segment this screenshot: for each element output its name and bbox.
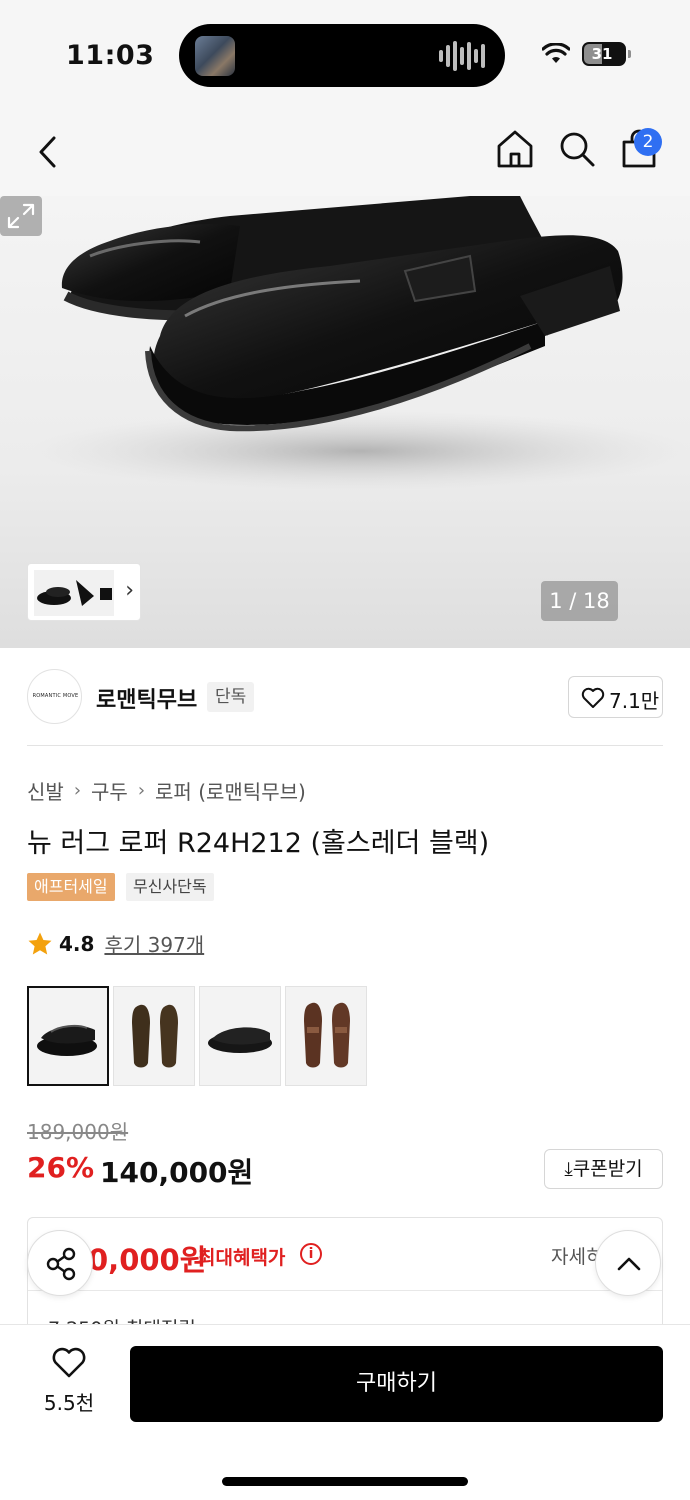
color-option-black-leather[interactable] xyxy=(27,986,109,1086)
info-icon[interactable]: i xyxy=(300,1243,322,1265)
discount-rate: 26% xyxy=(27,1151,95,1184)
max-benefit-label: 최대혜택가 xyxy=(198,1247,286,1269)
battery-indicator: 31 xyxy=(582,42,631,66)
rating-score: 4.8 xyxy=(59,931,95,956)
breadcrumb-item[interactable]: 구두 xyxy=(91,776,128,805)
search-icon[interactable] xyxy=(556,128,598,170)
color-option-black-suede[interactable] xyxy=(199,986,281,1086)
status-indicators: 31 xyxy=(542,42,631,66)
coupon-button[interactable]: ⤓쿠폰받기 xyxy=(544,1149,663,1189)
status-bar: 11:03 31 xyxy=(0,0,690,110)
color-option-brown-leather[interactable] xyxy=(285,986,367,1086)
thumbnail-3[interactable] xyxy=(98,570,114,616)
brand-like-count: 7.1만 xyxy=(609,689,660,713)
wifi-icon xyxy=(542,43,570,63)
thumbnail-1[interactable] xyxy=(34,570,74,616)
chevron-up-icon xyxy=(617,1257,641,1271)
battery-level-text: 31 xyxy=(591,45,613,63)
heart-icon xyxy=(52,1347,86,1378)
cart-count-badge: 2 xyxy=(634,128,662,156)
heart-icon xyxy=(581,687,605,708)
share-button[interactable] xyxy=(27,1230,93,1296)
brand-name[interactable]: 로맨틱무브 xyxy=(96,682,197,714)
thumbnail-2[interactable] xyxy=(74,570,98,616)
original-price: 189,000원 xyxy=(27,1120,129,1144)
breadcrumb: 신발 › 구두 › 로퍼 (로맨틱무브) xyxy=(27,776,306,805)
chevron-right-icon[interactable]: › xyxy=(125,578,134,603)
brand-like-button[interactable]: 7.1만 xyxy=(568,676,663,718)
image-thumbnail-strip[interactable]: › xyxy=(27,563,141,621)
review-count-link[interactable]: 후기 397개 xyxy=(104,929,204,958)
max-benefit-price: 0,000원 xyxy=(88,1243,207,1277)
sale-price: 140,000원 xyxy=(100,1156,254,1189)
color-options xyxy=(27,986,367,1086)
brand-exclusive-tag: 단독 xyxy=(207,682,255,712)
star-icon xyxy=(28,932,52,954)
share-icon xyxy=(46,1247,76,1281)
status-time: 11:03 xyxy=(66,40,155,71)
color-option-brown-suede[interactable] xyxy=(113,986,195,1086)
product-rating: 4.8 후기 397개 xyxy=(27,929,204,958)
after-sale-tag: 애프터세일 xyxy=(27,873,115,901)
brand-logo-text: ROMANTIC MOVE xyxy=(32,693,79,699)
expand-icon[interactable] xyxy=(0,196,42,236)
back-arrow-icon[interactable] xyxy=(30,130,70,174)
top-navigation xyxy=(0,110,690,196)
product-title: 뉴 러그 로퍼 R24H212 (홀스레더 블랙) xyxy=(27,828,490,859)
image-counter: 1 / 18 xyxy=(541,581,618,621)
home-icon[interactable] xyxy=(494,128,536,170)
product-image-carousel[interactable]: › 1 / 18 xyxy=(0,196,690,648)
breadcrumb-item[interactable]: 신발 xyxy=(27,776,64,805)
download-icon: ⤓ xyxy=(564,1158,573,1180)
home-indicator[interactable] xyxy=(222,1477,468,1486)
wishlist-button[interactable]: 5.5천 xyxy=(30,1347,108,1417)
coupon-button-label: 쿠폰받기 xyxy=(572,1158,643,1180)
divider xyxy=(27,745,663,746)
chevron-right-icon: › xyxy=(137,780,146,801)
dynamic-island[interactable] xyxy=(179,24,505,87)
brand-logo[interactable]: ROMANTIC MOVE xyxy=(27,669,82,724)
breadcrumb-item[interactable]: 로퍼 (로맨틱무브) xyxy=(155,776,306,805)
bottom-action-bar: 5.5천 구매하기 xyxy=(0,1324,690,1500)
chevron-right-icon: › xyxy=(73,780,82,801)
scroll-to-top-button[interactable] xyxy=(595,1230,661,1296)
wishlist-count: 5.5천 xyxy=(43,1391,95,1415)
audio-wave-icon xyxy=(439,40,485,72)
exclusive-tag: 무신사단독 xyxy=(126,873,214,901)
now-playing-artwork xyxy=(195,36,235,76)
buy-button[interactable]: 구매하기 xyxy=(130,1346,663,1422)
divider xyxy=(28,1290,662,1291)
